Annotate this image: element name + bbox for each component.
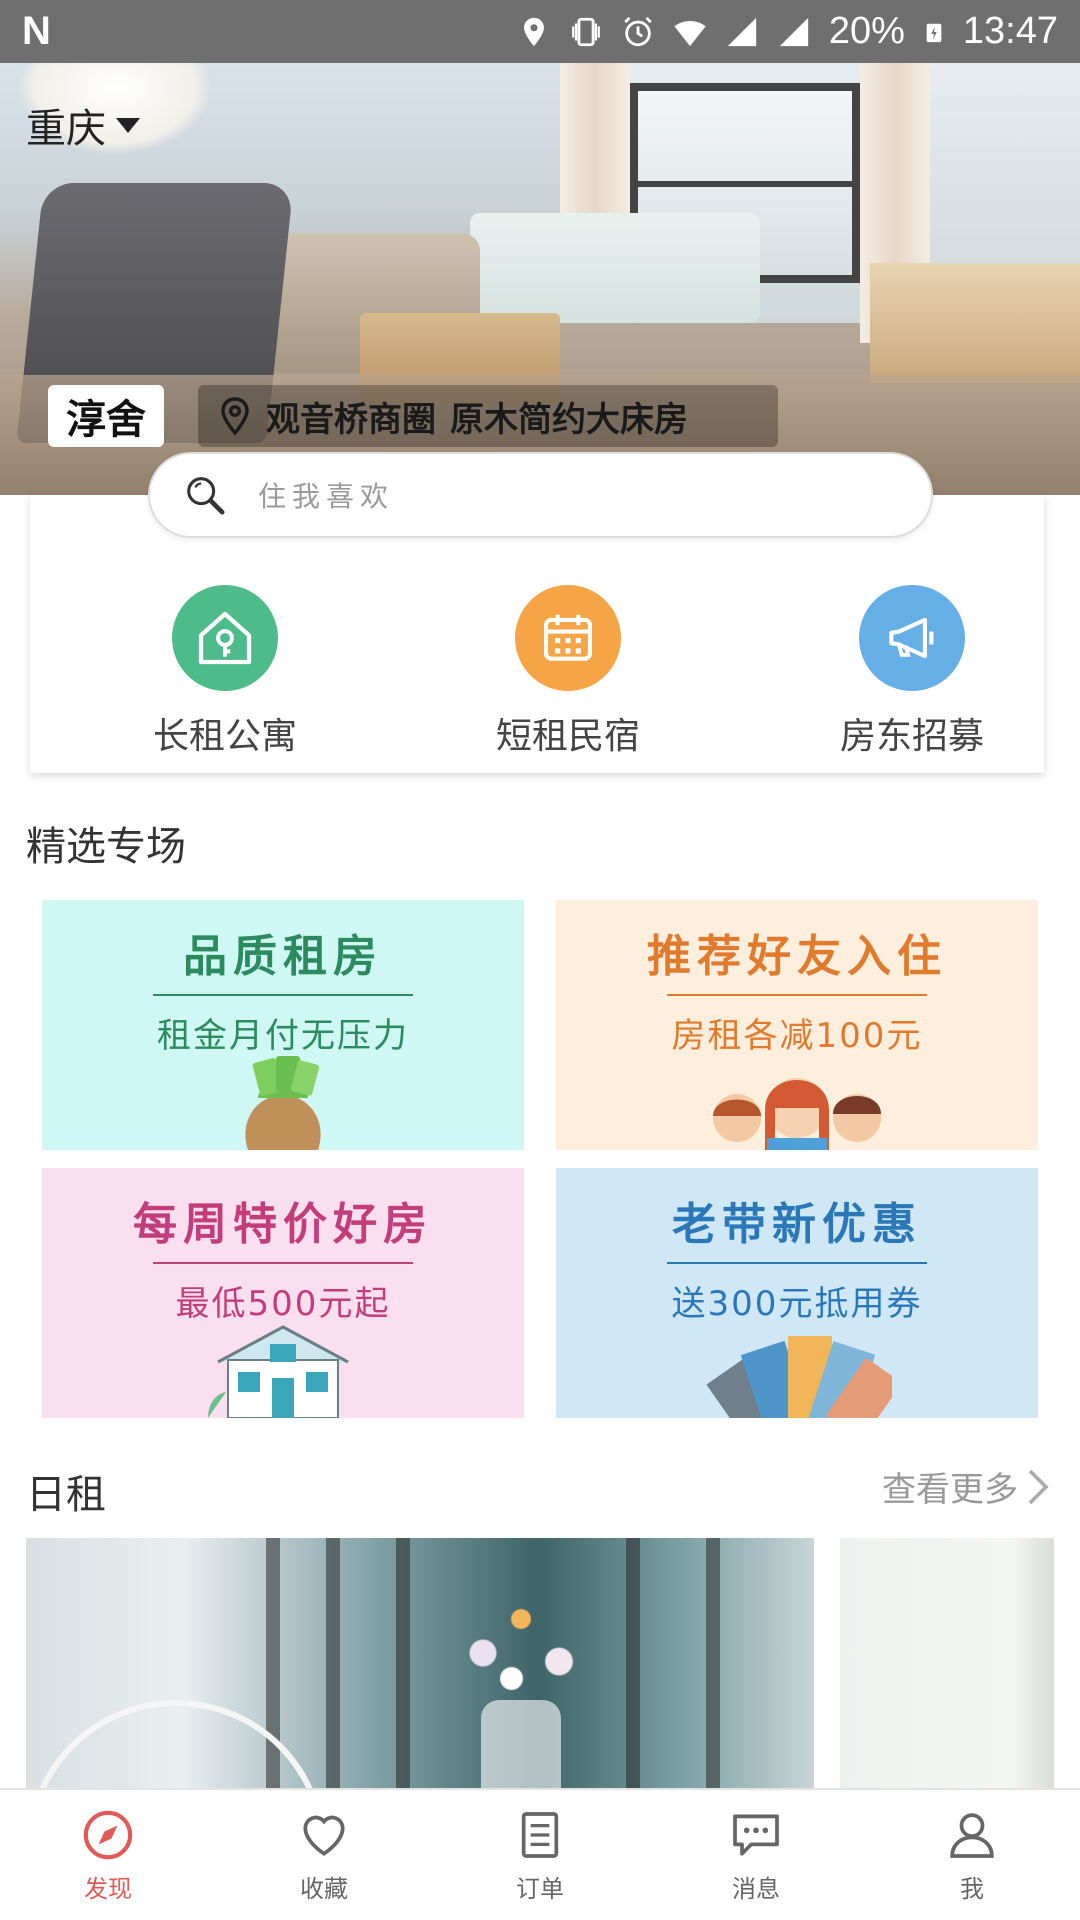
user-icon xyxy=(950,1812,994,1858)
promo-card-referral-coupon[interactable]: 老带新优惠 送300元抵用券 xyxy=(556,1168,1038,1418)
daily-listing-photo-next[interactable] xyxy=(840,1538,1054,1790)
promo-card-refer-friend[interactable]: 推荐好友入住 房租各减100元 xyxy=(556,900,1038,1150)
hero-brand-label: 淳舍 xyxy=(66,397,146,443)
nav-label: 发现 xyxy=(84,1874,132,1903)
category-label: 短租民宿 xyxy=(495,716,640,757)
promo-subtitle: 送300元抵用券 xyxy=(671,1284,923,1324)
battery-charging-icon xyxy=(926,23,942,42)
photo-vase xyxy=(481,1700,561,1790)
photo-railing xyxy=(396,1538,410,1790)
promo-subtitle: 最低500元起 xyxy=(175,1284,391,1324)
featured-section-title: 精选专场 xyxy=(26,824,186,870)
category-short-rent[interactable]: 短租民宿 xyxy=(468,585,668,759)
nav-messages[interactable]: 消息 xyxy=(648,1790,864,1920)
megaphone-icon xyxy=(859,585,965,691)
photo-railing xyxy=(326,1538,340,1790)
nav-label: 订单 xyxy=(516,1874,564,1903)
promo-subtitle: 房租各减100元 xyxy=(671,1016,923,1056)
category-label: 房东招募 xyxy=(839,716,984,757)
wifi-icon xyxy=(674,20,706,46)
nav-favorites[interactable]: 收藏 xyxy=(216,1790,432,1920)
house-illustration-icon xyxy=(208,1325,349,1418)
notification-n-icon: N xyxy=(22,9,51,53)
caret-down-icon xyxy=(116,117,140,133)
nav-label: 我 xyxy=(960,1874,984,1903)
hero-photo-desk xyxy=(870,263,1080,383)
nav-orders[interactable]: 订单 xyxy=(432,1790,648,1920)
money-bag-icon xyxy=(245,1056,321,1150)
location-icon xyxy=(523,17,544,46)
city-name: 重庆 xyxy=(26,106,106,152)
hero-title: 原木简约大床房 xyxy=(450,399,688,440)
vibrate-icon xyxy=(571,17,600,46)
view-more-label: 查看更多 xyxy=(882,1470,1018,1510)
hero-location: 观音桥商圈 xyxy=(266,399,436,440)
photo-chair xyxy=(26,1700,326,1790)
promo-divider xyxy=(667,1262,927,1264)
view-more-link[interactable]: 查看更多 xyxy=(882,1462,1050,1511)
promo-title: 每周特价好房 xyxy=(133,1199,433,1250)
daily-section-title: 日租 xyxy=(26,1472,106,1518)
signal-icon xyxy=(727,17,757,46)
search-placeholder: 住我喜欢 xyxy=(258,480,395,513)
clock: 13:47 xyxy=(962,10,1058,52)
search-icon xyxy=(187,477,225,515)
promo-card-quality-rent[interactable]: 品质租房 租金月付无压力 xyxy=(42,900,524,1150)
heart-icon xyxy=(303,1815,345,1856)
nav-label: 收藏 xyxy=(300,1874,348,1903)
nav-discover[interactable]: 发现 xyxy=(0,1790,216,1920)
hero-location-tag: 观音桥商圈 原木简约大床房 xyxy=(198,385,778,447)
promo-divider xyxy=(153,994,413,996)
daily-listing-photo[interactable] xyxy=(26,1538,814,1790)
order-list-icon xyxy=(521,1811,559,1858)
promo-title: 品质租房 xyxy=(183,931,383,982)
search-input[interactable]: 住我喜欢 xyxy=(148,452,933,538)
hero-brand-tag: 淳舍 xyxy=(48,385,164,447)
alarm-icon xyxy=(624,16,652,46)
status-bar: N 20% 13:47 xyxy=(0,0,1080,63)
map-pin-icon xyxy=(221,397,249,436)
hero-photo-bed xyxy=(470,213,760,323)
chevron-right-icon xyxy=(1028,1469,1049,1504)
promo-title: 推荐好友入住 xyxy=(647,931,947,982)
house-key-icon xyxy=(172,585,278,691)
bottom-nav: 发现 收藏 订单 消息 我 xyxy=(0,1788,1080,1920)
tickets-icon xyxy=(706,1336,892,1418)
nav-me[interactable]: 我 xyxy=(864,1790,1080,1920)
promo-card-weekly-deal[interactable]: 每周特价好房 最低500元起 xyxy=(42,1168,524,1418)
promo-title: 老带新优惠 xyxy=(672,1199,922,1250)
category-long-rent[interactable]: 长租公寓 xyxy=(125,585,325,759)
calendar-icon xyxy=(515,585,621,691)
promo-divider xyxy=(153,1262,413,1264)
photo-railing xyxy=(626,1538,640,1790)
category-landlord[interactable]: 房东招募 xyxy=(812,585,1012,759)
promo-divider xyxy=(667,994,927,996)
compass-icon xyxy=(83,1810,133,1859)
category-label: 长租公寓 xyxy=(152,716,297,757)
message-icon xyxy=(733,1813,779,1856)
city-selector[interactable]: 重庆 xyxy=(26,96,140,154)
battery-percent: 20% xyxy=(828,10,905,52)
status-icons: 20% 13:47 xyxy=(517,10,1058,53)
signal-2-icon xyxy=(779,17,809,46)
friends-group-icon xyxy=(713,1078,881,1150)
photo-railing xyxy=(706,1538,720,1790)
nav-label: 消息 xyxy=(732,1874,780,1903)
